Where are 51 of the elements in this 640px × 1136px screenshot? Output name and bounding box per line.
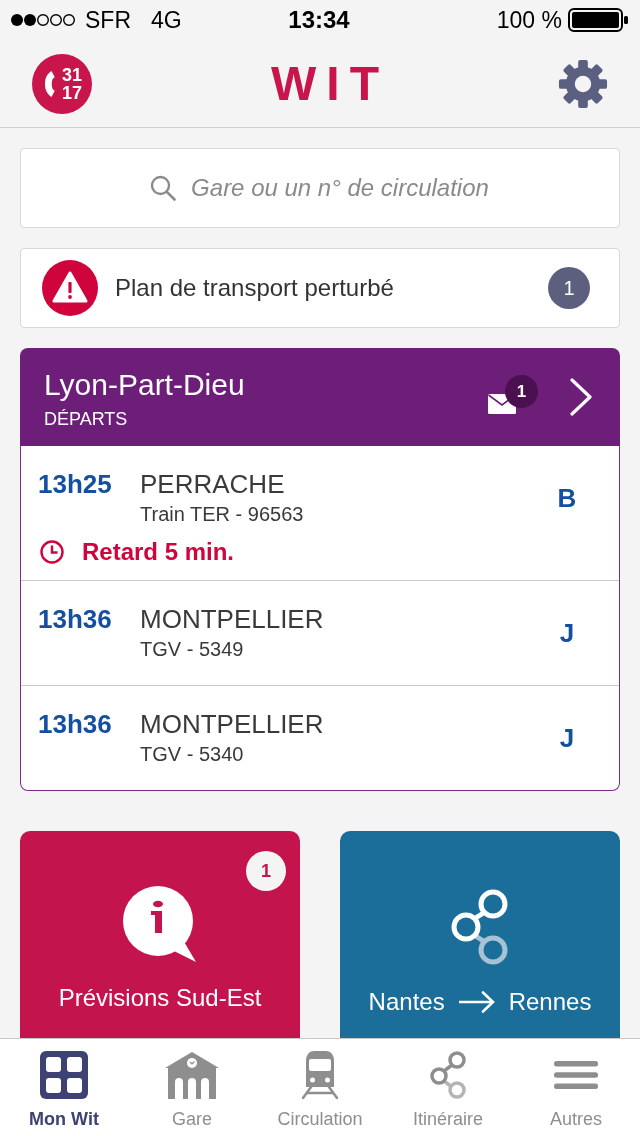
platform-letter: J: [559, 722, 575, 754]
station-header[interactable]: Lyon-Part-Dieu DÉPARTS 1: [20, 348, 620, 446]
clock-time: 13:34: [288, 6, 350, 34]
departure-time: 13h25: [38, 468, 112, 500]
grid-icon: [40, 1051, 88, 1099]
platform-letter: B: [557, 482, 577, 514]
station-building-icon: [165, 1051, 219, 1099]
battery-percent: 100 %: [496, 6, 562, 34]
destination: MONTPELLIER: [140, 603, 324, 635]
route-nodes-icon: [430, 1051, 466, 1099]
battery-icon: [568, 8, 628, 32]
tab[interactable]: Circulation: [256, 1039, 384, 1136]
tile-badge: 1: [246, 851, 286, 891]
departure-time: 13h36: [38, 603, 112, 635]
departure-row[interactable]: 13h36 MONTPELLIER TGV - 5340 J: [21, 685, 619, 790]
app-title: WIT: [270, 55, 389, 112]
clock-icon: [40, 540, 64, 564]
chevron-icon[interactable]: [570, 378, 592, 416]
departure-time: 13h36: [38, 708, 112, 740]
network-type: 4G: [151, 6, 182, 34]
train-icon: [302, 1051, 338, 1099]
warning-icon: [42, 260, 98, 316]
search-icon: [150, 175, 176, 201]
message-badge: 1: [505, 375, 538, 408]
train-number: Train TER - 96563: [140, 502, 304, 527]
route-tile[interactable]: Nantes Rennes: [340, 831, 620, 1038]
signal-icon: [10, 13, 76, 27]
train-number: TGV - 5340: [140, 742, 244, 767]
departure-row[interactable]: 13h25 PERRACHE Train TER - 96563 B Retard 5 min.: [21, 446, 619, 580]
disruption-alert[interactable]: Plan de transport perturbé 1: [20, 248, 620, 328]
departure-row[interactable]: 13h36 MONTPELLIER TGV - 5349 J: [21, 580, 619, 685]
search-field[interactable]: Gare ou un n° de circulation: [20, 148, 620, 228]
platform-letter: J: [559, 617, 575, 649]
forecast-tile[interactable]: 1 Prévisions Sud-Est: [20, 831, 300, 1038]
tab[interactable]: Itinéraire: [384, 1039, 512, 1136]
tab[interactable]: Gare: [128, 1039, 256, 1136]
board-label: DÉPARTS: [44, 408, 128, 430]
settings-icon[interactable]: [558, 58, 608, 109]
count-badge: 1: [548, 267, 590, 309]
destination: MONTPELLIER: [140, 708, 324, 740]
info-bubble-icon: [122, 885, 198, 963]
carrier-name: SFR: [85, 6, 131, 34]
arrow-icon: [458, 991, 495, 1013]
delay-text: Retard 5 min.: [82, 538, 235, 566]
tab[interactable]: Autres: [512, 1039, 640, 1136]
menu-icon: [554, 1061, 598, 1089]
tab[interactable]: Mon Wit: [0, 1039, 128, 1136]
station-name: Lyon-Part-Dieu: [44, 367, 245, 403]
hotline-button[interactable]: 31 17: [32, 53, 92, 114]
destination: PERRACHE: [140, 468, 285, 500]
train-number: TGV - 5349: [140, 637, 244, 662]
